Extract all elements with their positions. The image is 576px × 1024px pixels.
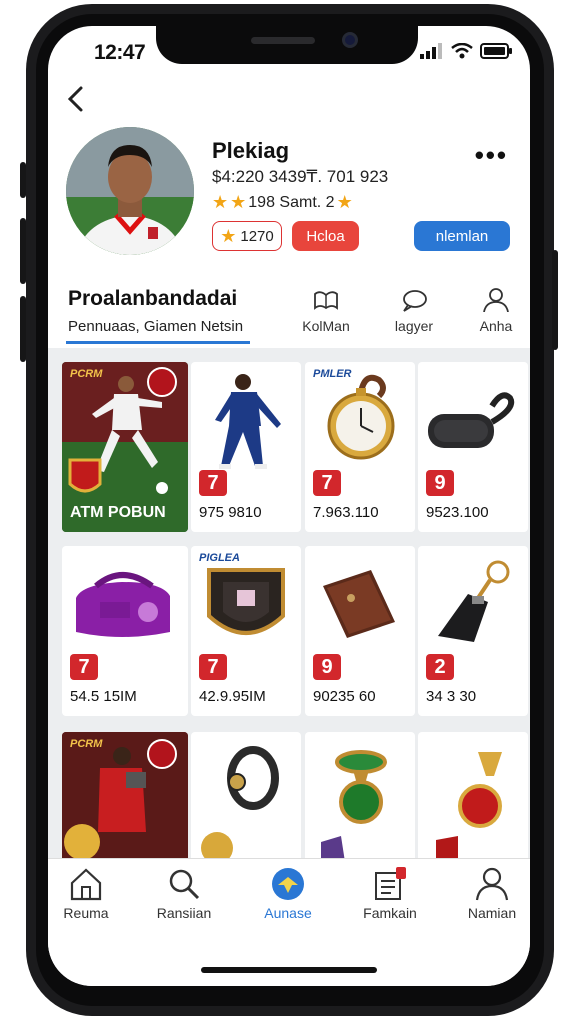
star-icon: ★ [220,225,237,246]
card-brand: PCRM [70,368,103,380]
card-brand: PIGLEA [199,552,240,564]
home-indicator[interactable] [201,967,377,973]
star-icon: ★ [336,192,353,212]
trophy-green-image [321,750,387,862]
item-value: 90235 60 [313,688,376,705]
tab-kolman[interactable]: KolMan [296,288,356,334]
book-icon [314,291,338,310]
search-icon [169,869,200,900]
screen: 12:47 Plekiag $4:220 3439₸. 701 923 ★ ★ … [48,26,530,986]
nav-label: Ransiian [156,905,212,921]
volume-down-button [20,296,26,362]
section-title: Proalanbandadai [68,287,238,310]
item-value: 9523.100 [426,504,489,521]
battery-icon [480,43,512,59]
tab-anha[interactable]: Anha [466,288,526,334]
tab-lagyer[interactable]: lagyer [384,288,444,334]
tab-label: KolMan [302,318,350,334]
nav-item-profile[interactable]: Namian [452,867,530,921]
item-value: 975 9810 [199,504,262,521]
nav-label: Reuma [63,905,109,921]
nav-item-aunase[interactable]: Aunase [248,867,328,921]
home-icon [70,868,102,901]
grid-item-keyfob[interactable]: 9 9523.100 [418,362,528,532]
avatar[interactable] [66,127,194,255]
bracelet-image [201,746,279,862]
signal-icon [420,43,442,59]
points-label: 1270 [240,227,274,245]
keychain-image [438,560,510,642]
grid-item-crest[interactable]: PIGLEA 7 42.9.95IM [191,546,301,716]
item-value: 34 3 30 [426,688,477,705]
rank-badge: 9 [313,654,341,680]
rank-badge: 2 [426,654,454,680]
grid-item-wallet[interactable]: 9 90235 60 [305,546,415,716]
player-figure-image [215,374,281,469]
status-time: 12:47 [94,41,146,64]
primary-button[interactable]: nlemlan [414,221,510,251]
grid-item-keychain[interactable]: 2 34 3 30 [418,546,528,716]
profile-rating: ★ ★ 198 Samt. 2 ★ [212,192,353,213]
keyfob-image [428,392,515,448]
grid-item-trophy-green[interactable] [305,732,415,862]
nav-label: Famkain [363,905,417,921]
mute-switch [20,162,26,198]
grid-item-bag[interactable]: 7 54.5 15IM [62,546,188,716]
item-value: 54.5 15IM [70,688,137,705]
star-icon: ★ [212,192,229,212]
section-subtitle[interactable]: Pennuaas, Giamen Netsin [68,318,243,335]
grid-item-player-card[interactable]: PCRM ATM POBUN [62,362,188,532]
speaker [251,37,315,44]
wallet-image [323,570,395,638]
nav-item-search[interactable]: Ransiian [144,867,224,921]
rank-badge: 7 [199,654,227,680]
tab-label: Anha [479,318,513,334]
star-icon: ★ [230,192,247,212]
card-brand: PMLER [313,368,352,380]
status-icons [420,43,512,59]
bag-image [76,572,170,637]
camera [342,32,358,48]
wifi-icon [451,43,473,59]
chat-icon [403,290,427,312]
more-options-icon[interactable]: ••• [475,140,508,171]
rank-badge: 7 [70,654,98,680]
nav-item-home[interactable]: Reuma [48,867,126,921]
player-portrait [66,127,194,255]
card-caption: ATM POBUN [70,504,166,521]
item-value: 42.9.95IM [199,688,266,705]
nav-label: Aunase [264,905,312,921]
notch [156,26,418,64]
item-value: 7.963.110 [313,504,379,521]
profile-value-line: $4:220 3439₸. 701 923 [212,167,389,186]
profile-icon [475,867,509,901]
trophy-red-image [436,752,502,862]
grid-item-pocket-watch[interactable]: PMLER 7 7.963.110 [305,362,415,532]
grid-item-trophy-red[interactable] [418,732,528,862]
grid-item-player-card[interactable]: PCRM [62,732,188,862]
back-arrow-icon[interactable] [62,84,92,114]
tab-label: lagyer [394,318,434,334]
rank-badge: 7 [199,470,227,496]
globe-icon [272,868,304,900]
rank-badge: 7 [313,470,341,496]
nav-label: Namian [467,905,517,921]
active-tab-underline [66,341,250,344]
action-button[interactable]: Hcloa [292,221,359,251]
volume-up-button [20,218,26,284]
news-icon [375,867,406,900]
player-card-image [62,732,188,862]
nav-item-famkain[interactable]: Famkain [350,867,430,921]
card-brand: PCRM [70,738,103,750]
points-badge[interactable]: ★ 1270 [212,221,282,251]
rank-badge: 9 [426,470,454,496]
profile-name: Plekiag [212,138,290,163]
grid-item-player[interactable]: 7 975 9810 [191,362,301,532]
rating-text: 198 Samt. 2 [248,193,335,211]
person-icon [483,288,509,312]
grid-item-bracelet[interactable] [191,732,301,862]
power-button [552,250,558,350]
